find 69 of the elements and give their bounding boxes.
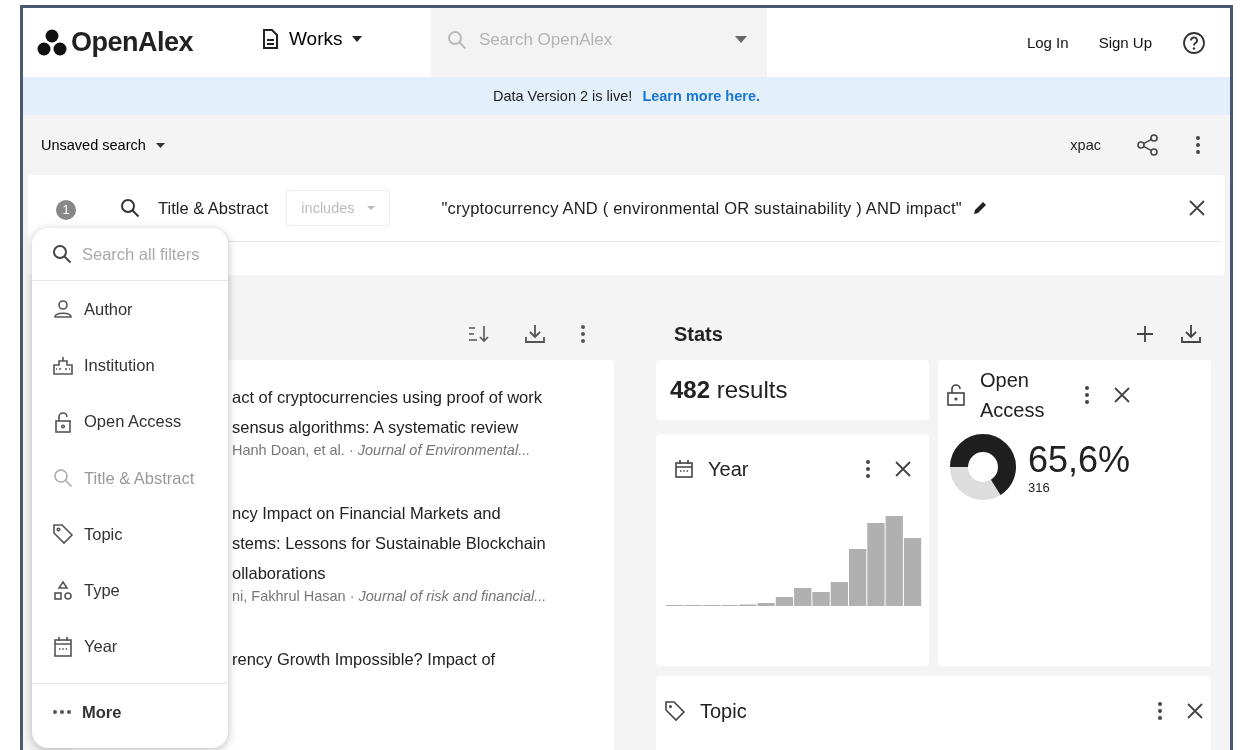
card-title: Year [708, 457, 750, 481]
result-meta: ni, Fakhrul Hasan · Journal of risk and financial... [232, 588, 548, 604]
donut-chart-drawing [950, 434, 1016, 500]
tag-icon [664, 700, 686, 722]
ellipsis-icon [52, 709, 72, 716]
filter-field-label: Title & Abstract [158, 198, 269, 218]
xpac-label[interactable]: xpac [1070, 137, 1101, 153]
calendar-icon [52, 635, 74, 658]
close-icon[interactable] [895, 461, 911, 477]
shapes-icon [52, 579, 74, 602]
search-icon [120, 198, 140, 218]
menu-item[interactable]: Type [32, 562, 228, 619]
header-link[interactable]: Sign Up [1098, 34, 1152, 51]
logo-text[interactable]: OpenAlex [71, 27, 194, 58]
stats-title: Stats [674, 322, 723, 346]
search-icon [447, 29, 467, 50]
download-icon[interactable] [1180, 324, 1202, 344]
help-icon[interactable] [1182, 30, 1206, 55]
caret-icon [352, 35, 363, 42]
card-title: Topic [700, 699, 748, 723]
result-meta: Hanh Doan, et al. · Journal of Environmental... [232, 442, 532, 458]
more-options-icon[interactable] [1195, 135, 1201, 155]
close-icon[interactable] [1189, 200, 1205, 216]
open-access-percent: 65,6% [1028, 439, 1131, 480]
menu-item[interactable]: More [32, 683, 228, 741]
card-title: Open Access [980, 368, 1046, 423]
document-icon [261, 28, 279, 49]
filter-search-field[interactable]: Search all filters [80, 243, 224, 265]
filter-query-text: "cryptocurrency AND ( environmental OR sustainability ) AND impact" [441, 198, 962, 218]
more-options-icon[interactable] [1157, 701, 1163, 721]
menu-item[interactable]: Topic [32, 506, 228, 563]
header-link[interactable]: Log In [1026, 34, 1069, 51]
close-icon[interactable] [1114, 387, 1130, 403]
close-icon[interactable] [1187, 703, 1203, 719]
menu-item[interactable]: Author [32, 281, 228, 338]
result-title[interactable]: act of cryptocurrencies using proof of work sensus algorithms: A systematic review [232, 382, 604, 442]
result-title[interactable]: rency Growth Impossible? Impact of [232, 644, 604, 674]
banner-link[interactable]: Learn more here. [642, 88, 761, 104]
menu-item[interactable]: Year [32, 618, 228, 676]
result-title[interactable]: ncy Impact on Financial Markets and stems: Lessons for Sustainable Blockchain ollaborations [232, 498, 604, 588]
logo-icon [37, 28, 67, 57]
sort-icon[interactable] [468, 324, 490, 344]
banner-text: Data Version 2 is live! [492, 88, 633, 104]
download-icon[interactable] [524, 324, 546, 344]
more-options-icon[interactable] [1084, 385, 1090, 405]
more-options-icon[interactable] [865, 459, 871, 479]
filter-number-badge: 1 [56, 199, 76, 220]
caret-icon [735, 36, 747, 43]
caret-icon [366, 206, 375, 210]
search-icon [52, 244, 72, 264]
calendar-icon [674, 459, 694, 479]
person-icon [52, 298, 74, 321]
share-icon[interactable] [1137, 134, 1159, 156]
search-icon [52, 467, 74, 490]
menu-item[interactable]: Open Access [32, 393, 228, 450]
lock-icon [946, 384, 966, 406]
saved-search-menu[interactable]: Unsaved search [41, 137, 165, 153]
menu-item[interactable]: Institution [32, 337, 228, 394]
add-icon[interactable] [1136, 325, 1154, 343]
open-access-count: 316 [1028, 479, 1051, 495]
pencil-icon[interactable] [971, 200, 988, 216]
tag-icon [52, 523, 74, 546]
entity-menu-button[interactable]: Works [261, 27, 431, 58]
more-options-icon[interactable] [580, 324, 586, 344]
building-icon [52, 354, 74, 377]
lock-icon [52, 410, 74, 433]
caret-icon [155, 142, 165, 148]
results-count: 482 results [670, 376, 788, 404]
histogram-bar [903, 538, 922, 606]
